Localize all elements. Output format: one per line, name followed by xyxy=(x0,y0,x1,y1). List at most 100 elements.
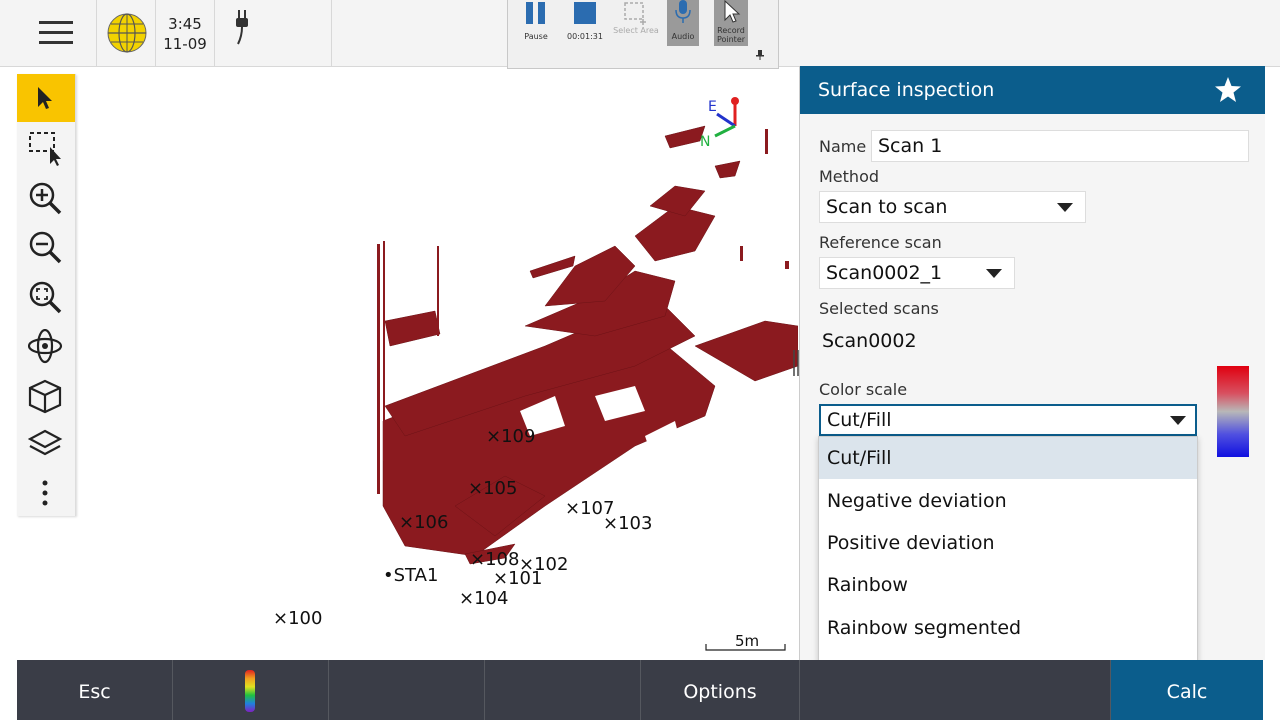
record-pointer-button[interactable]: Record Pointer xyxy=(714,0,748,46)
zoom-extents-button[interactable] xyxy=(17,271,75,319)
empty-softkey xyxy=(485,660,641,720)
select-tool-button[interactable] xyxy=(17,74,75,122)
microphone-icon xyxy=(675,0,691,23)
screen-recorder-toolbar: Pause 00:01:31 Select Area Audio Record … xyxy=(507,0,779,69)
dropdown-option[interactable]: Rainbow xyxy=(819,564,1197,606)
scan-view[interactable]: E N ⨯109 ⨯105 ⨯107 ⨯103 ⨯106 ⨯108 ⨯102 ⨯… xyxy=(75,66,798,660)
panel-header: Surface inspection xyxy=(800,66,1265,114)
date-text: 11-09 xyxy=(163,35,207,53)
point-label[interactable]: ⨯106 xyxy=(399,512,448,533)
reference-scan-label: Reference scan xyxy=(819,233,942,252)
more-tools-button[interactable] xyxy=(17,468,75,516)
power-status[interactable] xyxy=(215,0,332,66)
orbit-button[interactable] xyxy=(17,320,75,368)
date-time: 3:45 11-09 xyxy=(156,0,215,66)
zoom-in-button[interactable] xyxy=(17,172,75,220)
pin-icon[interactable] xyxy=(756,50,764,60)
selected-scans-value: Scan0002 xyxy=(822,330,917,352)
chevron-down-icon xyxy=(1170,416,1186,425)
power-plug-icon xyxy=(236,10,248,45)
stop-icon xyxy=(574,2,596,24)
record-pointer-label: Record Pointer xyxy=(716,26,746,44)
pause-icon xyxy=(526,2,545,24)
point-name: 100 xyxy=(288,608,323,629)
dropdown-option[interactable]: Negative deviation xyxy=(819,480,1197,522)
pause-button[interactable]: Pause xyxy=(518,0,554,46)
menu-button[interactable] xyxy=(0,0,97,66)
zoom-extents-icon xyxy=(29,281,62,314)
point-name: 104 xyxy=(474,588,509,609)
layers-button[interactable] xyxy=(17,418,75,466)
point-label[interactable]: ⨯105 xyxy=(468,478,517,499)
reference-scan-value: Scan0002_1 xyxy=(826,262,943,284)
compass-east-label: E xyxy=(708,99,717,115)
point-label[interactable]: ⨯103 xyxy=(603,513,652,534)
point-name: 103 xyxy=(618,513,653,534)
scale-bar-label: 5m xyxy=(735,632,760,650)
timer-label: 00:01:31 xyxy=(567,32,603,41)
point-name: 106 xyxy=(414,512,449,533)
method-value: Scan to scan xyxy=(826,196,948,218)
point-name: 101 xyxy=(508,568,543,589)
method-label: Method xyxy=(819,167,880,186)
rainbow-icon xyxy=(245,670,255,712)
dropdown-option[interactable]: Cut/Fill xyxy=(819,437,1197,479)
zoom-out-icon xyxy=(29,231,62,264)
point-name: 108 xyxy=(485,549,520,570)
zoom-out-button[interactable] xyxy=(17,221,75,269)
compass-north-label: N xyxy=(700,134,711,150)
point-label[interactable]: ⨯108 xyxy=(470,549,519,570)
station-name: STA1 xyxy=(393,565,439,586)
map-tools-toolbar xyxy=(17,74,76,516)
bottom-action-bar: Esc Options Calc xyxy=(17,660,1263,720)
compass-icon xyxy=(714,97,739,138)
chevron-down-icon xyxy=(986,269,1002,278)
options-button[interactable]: Options xyxy=(641,660,800,720)
point-label[interactable]: ⨯100 xyxy=(273,608,322,629)
orbit-icon xyxy=(28,329,63,364)
box-select-icon xyxy=(29,132,61,166)
box-select-button[interactable] xyxy=(17,122,75,170)
time-text: 3:45 xyxy=(168,15,202,33)
globe-icon xyxy=(107,13,147,53)
layers-icon xyxy=(28,429,63,456)
calc-button[interactable]: Calc xyxy=(1111,660,1263,720)
station-label[interactable]: •STA1 xyxy=(383,565,438,586)
color-ramp-button[interactable] xyxy=(173,660,329,720)
point-label[interactable]: ⨯101 xyxy=(493,568,542,589)
pause-label: Pause xyxy=(524,32,548,41)
star-icon[interactable] xyxy=(1214,76,1242,104)
color-scale-label: Color scale xyxy=(819,380,908,399)
dropdown-option[interactable]: Positive deviation xyxy=(819,522,1197,564)
select-area-label: Select Area xyxy=(613,26,659,35)
color-scale-value: Cut/Fill xyxy=(827,409,892,431)
empty-softkey xyxy=(955,660,1111,720)
audio-label: Audio xyxy=(671,32,695,41)
selected-scans-label: Selected scans xyxy=(819,299,939,318)
more-vertical-icon xyxy=(42,480,48,506)
view-cube-button[interactable] xyxy=(17,370,75,418)
point-name: 109 xyxy=(501,426,536,447)
select-area-icon xyxy=(624,2,646,25)
color-scale-legend xyxy=(1217,366,1249,457)
select-area-button[interactable]: Select Area xyxy=(613,0,659,46)
reference-scan-select[interactable]: Scan0002_1 xyxy=(819,257,1015,289)
color-scale-dropdown: Cut/Fill Negative deviation Positive dev… xyxy=(818,436,1198,692)
chevron-down-icon xyxy=(1057,203,1073,212)
empty-softkey xyxy=(329,660,485,720)
stop-button[interactable]: 00:01:31 xyxy=(567,0,603,46)
arrow-pointer-icon xyxy=(38,87,52,109)
method-select[interactable]: Scan to scan xyxy=(819,191,1086,223)
point-label[interactable]: ⨯109 xyxy=(486,426,535,447)
gnss-status-button[interactable] xyxy=(97,0,156,66)
point-label[interactable]: ⨯104 xyxy=(459,588,508,609)
cube-icon xyxy=(28,379,62,414)
dropdown-option[interactable]: Rainbow segmented xyxy=(819,607,1197,649)
esc-button[interactable]: Esc xyxy=(17,660,173,720)
name-input[interactable] xyxy=(871,130,1249,162)
point-name: 105 xyxy=(483,478,518,499)
color-scale-select[interactable]: Cut/Fill xyxy=(819,404,1197,436)
pointer-icon xyxy=(724,0,741,23)
audio-button[interactable]: Audio xyxy=(667,0,699,46)
name-label: Name xyxy=(819,137,867,156)
